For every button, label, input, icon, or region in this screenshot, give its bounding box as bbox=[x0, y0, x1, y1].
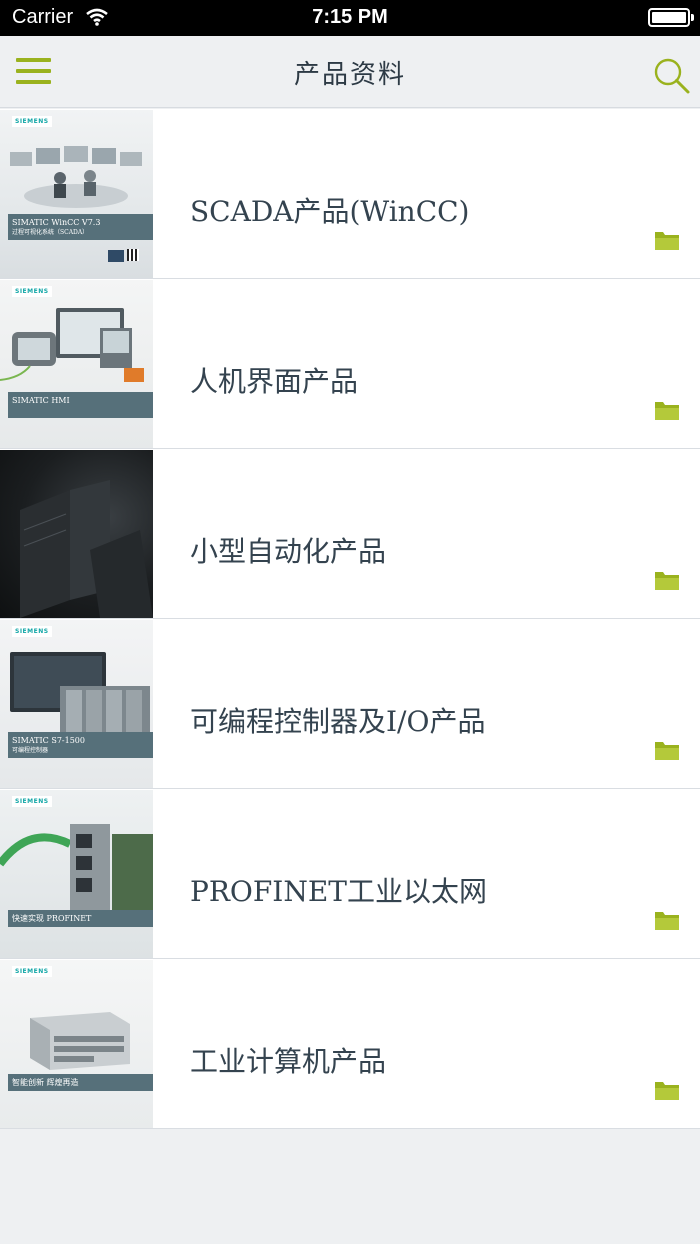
thumbnail-image bbox=[0, 450, 153, 618]
nav-bar: 产品资料 bbox=[0, 36, 700, 108]
thumbnail-image: SIEMENS SIMATIC HMI bbox=[0, 280, 153, 448]
folder-icon bbox=[655, 742, 679, 760]
product-list: SIEMENS SIMATIC WinCC V7.3 过程可视化系统（SCADA… bbox=[0, 109, 700, 1129]
item-label: 小型自动化产品 bbox=[190, 535, 387, 568]
item-label: PROFINET工业以太网 bbox=[190, 875, 487, 908]
folder-icon bbox=[655, 402, 679, 420]
thumbnail-image: SIEMENS SIMATIC S7-1500 可编程控制器 bbox=[0, 620, 153, 788]
page-title: 产品资料 bbox=[293, 60, 406, 90]
list-item-industrial-pc[interactable]: SIEMENS 智能创新 辉煌再造 工业计算机产品 bbox=[0, 959, 700, 1129]
folder-icon bbox=[655, 232, 679, 250]
clock: 7:15 PM bbox=[312, 6, 388, 28]
item-label: 人机界面产品 bbox=[190, 365, 359, 398]
list-item-plc-io[interactable]: SIEMENS SIMATIC S7-1500 可编程控制器 可编程控制器及I/… bbox=[0, 619, 700, 789]
thumbnail-image: SIEMENS 智能创新 辉煌再造 bbox=[0, 960, 153, 1128]
list-item-profinet[interactable]: SIEMENS 快速实现 PROFINET PROFINET工业以太网 bbox=[0, 789, 700, 959]
thumbnail-image: SIEMENS 快速实现 PROFINET bbox=[0, 790, 153, 958]
list-item-hmi[interactable]: SIEMENS SIMATIC HMI 人机界面产品 bbox=[0, 279, 700, 449]
folder-icon bbox=[655, 572, 679, 590]
item-label: 工业计算机产品 bbox=[190, 1045, 387, 1078]
list-item-small-automation[interactable]: 小型自动化产品 bbox=[0, 449, 700, 619]
search-icon[interactable] bbox=[652, 56, 692, 96]
item-label: 可编程控制器及I/O产品 bbox=[190, 705, 486, 738]
thumbnail-image: SIEMENS SIMATIC WinCC V7.3 过程可视化系统（SCADA… bbox=[0, 110, 153, 278]
folder-icon bbox=[655, 1082, 679, 1100]
item-label: SCADA产品(WinCC) bbox=[190, 195, 470, 228]
folder-icon bbox=[655, 912, 679, 930]
list-item-scada[interactable]: SIEMENS SIMATIC WinCC V7.3 过程可视化系统（SCADA… bbox=[0, 109, 700, 279]
status-bar: Carrier 7:15 PM bbox=[0, 0, 700, 36]
battery-icon bbox=[648, 8, 694, 27]
